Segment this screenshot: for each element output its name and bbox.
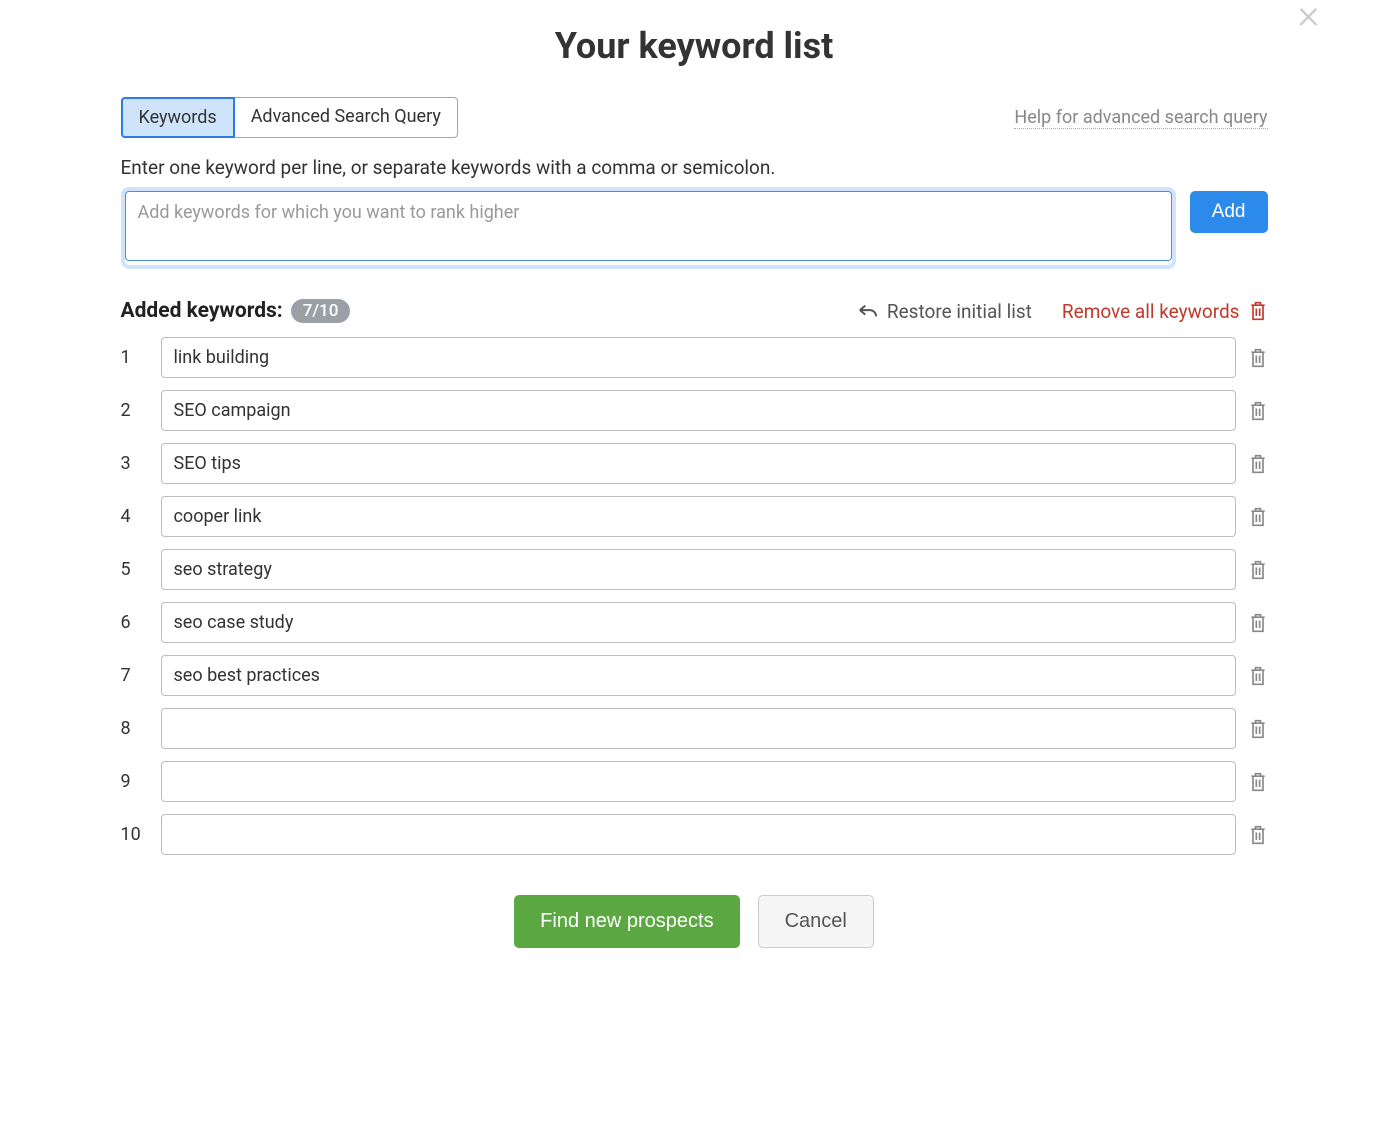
keyword-row: 9 — [121, 761, 1268, 802]
delete-keyword-button[interactable] — [1248, 771, 1268, 793]
keyword-textarea-wrap — [121, 187, 1176, 269]
added-keywords-text: Added keywords: — [121, 299, 283, 323]
trash-icon — [1248, 453, 1268, 475]
keyword-row: 1 — [121, 337, 1268, 378]
tab-advanced-search-query[interactable]: Advanced Search Query — [235, 97, 458, 138]
trash-icon — [1248, 300, 1268, 322]
instruction-text: Enter one keyword per line, or separate … — [121, 156, 1268, 179]
modal-title: Your keyword list — [121, 25, 1268, 67]
keyword-row-number: 10 — [121, 824, 149, 845]
delete-keyword-button[interactable] — [1248, 347, 1268, 369]
trash-icon — [1248, 400, 1268, 422]
keyword-input[interactable] — [161, 655, 1236, 696]
delete-keyword-button[interactable] — [1248, 400, 1268, 422]
delete-keyword-button[interactable] — [1248, 453, 1268, 475]
keyword-row: 3 — [121, 443, 1268, 484]
keyword-row: 8 — [121, 708, 1268, 749]
keyword-row-number: 7 — [121, 665, 149, 686]
delete-keyword-button[interactable] — [1248, 559, 1268, 581]
tabs-row: Keywords Advanced Search Query Help for … — [121, 97, 1268, 138]
keyword-row: 10 — [121, 814, 1268, 855]
keyword-row: 6 — [121, 602, 1268, 643]
remove-all-label: Remove all keywords — [1062, 300, 1240, 323]
keyword-row-number: 2 — [121, 400, 149, 421]
keyword-list-modal: × Your keyword list Keywords Advanced Se… — [91, 0, 1298, 978]
trash-icon — [1248, 824, 1268, 846]
keyword-row-number: 3 — [121, 453, 149, 474]
remove-all-keywords-link[interactable]: Remove all keywords — [1062, 300, 1268, 323]
trash-icon — [1248, 771, 1268, 793]
trash-icon — [1248, 347, 1268, 369]
tabs: Keywords Advanced Search Query — [121, 97, 458, 138]
delete-keyword-button[interactable] — [1248, 612, 1268, 634]
keyword-row-number: 8 — [121, 718, 149, 739]
keyword-row: 5 — [121, 549, 1268, 590]
keyword-row-number: 5 — [121, 559, 149, 580]
keyword-input[interactable] — [161, 549, 1236, 590]
restore-label: Restore initial list — [887, 300, 1032, 323]
added-keywords-label: Added keywords: 7/10 — [121, 299, 351, 323]
delete-keyword-button[interactable] — [1248, 718, 1268, 740]
keyword-textarea[interactable] — [125, 191, 1172, 261]
keyword-input-row: Add — [121, 187, 1268, 269]
keyword-input[interactable] — [161, 496, 1236, 537]
add-button[interactable]: Add — [1190, 191, 1268, 233]
keyword-list: 1 2 3 4 5 6 7 8 9 10 — [121, 337, 1268, 855]
keyword-input[interactable] — [161, 443, 1236, 484]
keyword-row: 7 — [121, 655, 1268, 696]
keyword-input[interactable] — [161, 708, 1236, 749]
keyword-input[interactable] — [161, 602, 1236, 643]
keyword-count-badge: 7/10 — [291, 299, 351, 323]
keyword-row: 4 — [121, 496, 1268, 537]
trash-icon — [1248, 665, 1268, 687]
keyword-row-number: 1 — [121, 347, 149, 368]
trash-icon — [1248, 612, 1268, 634]
keyword-row-number: 4 — [121, 506, 149, 527]
footer-buttons: Find new prospects Cancel — [121, 895, 1268, 948]
close-icon[interactable]: × — [1297, 0, 1319, 36]
cancel-button[interactable]: Cancel — [758, 895, 874, 948]
trash-icon — [1248, 506, 1268, 528]
added-keywords-header: Added keywords: 7/10 Restore initial lis… — [121, 299, 1268, 323]
list-actions: Restore initial list Remove all keywords — [857, 300, 1268, 323]
delete-keyword-button[interactable] — [1248, 665, 1268, 687]
trash-icon — [1248, 718, 1268, 740]
help-advanced-search-link[interactable]: Help for advanced search query — [1014, 107, 1267, 129]
delete-keyword-button[interactable] — [1248, 824, 1268, 846]
find-new-prospects-button[interactable]: Find new prospects — [514, 895, 739, 948]
keyword-input[interactable] — [161, 814, 1236, 855]
keyword-input[interactable] — [161, 337, 1236, 378]
trash-icon — [1248, 559, 1268, 581]
keyword-row-number: 9 — [121, 771, 149, 792]
tab-keywords[interactable]: Keywords — [121, 97, 235, 138]
keyword-input[interactable] — [161, 761, 1236, 802]
restore-initial-list-link[interactable]: Restore initial list — [857, 300, 1032, 323]
keyword-input[interactable] — [161, 390, 1236, 431]
undo-icon — [857, 302, 879, 320]
keyword-row: 2 — [121, 390, 1268, 431]
delete-keyword-button[interactable] — [1248, 506, 1268, 528]
keyword-row-number: 6 — [121, 612, 149, 633]
